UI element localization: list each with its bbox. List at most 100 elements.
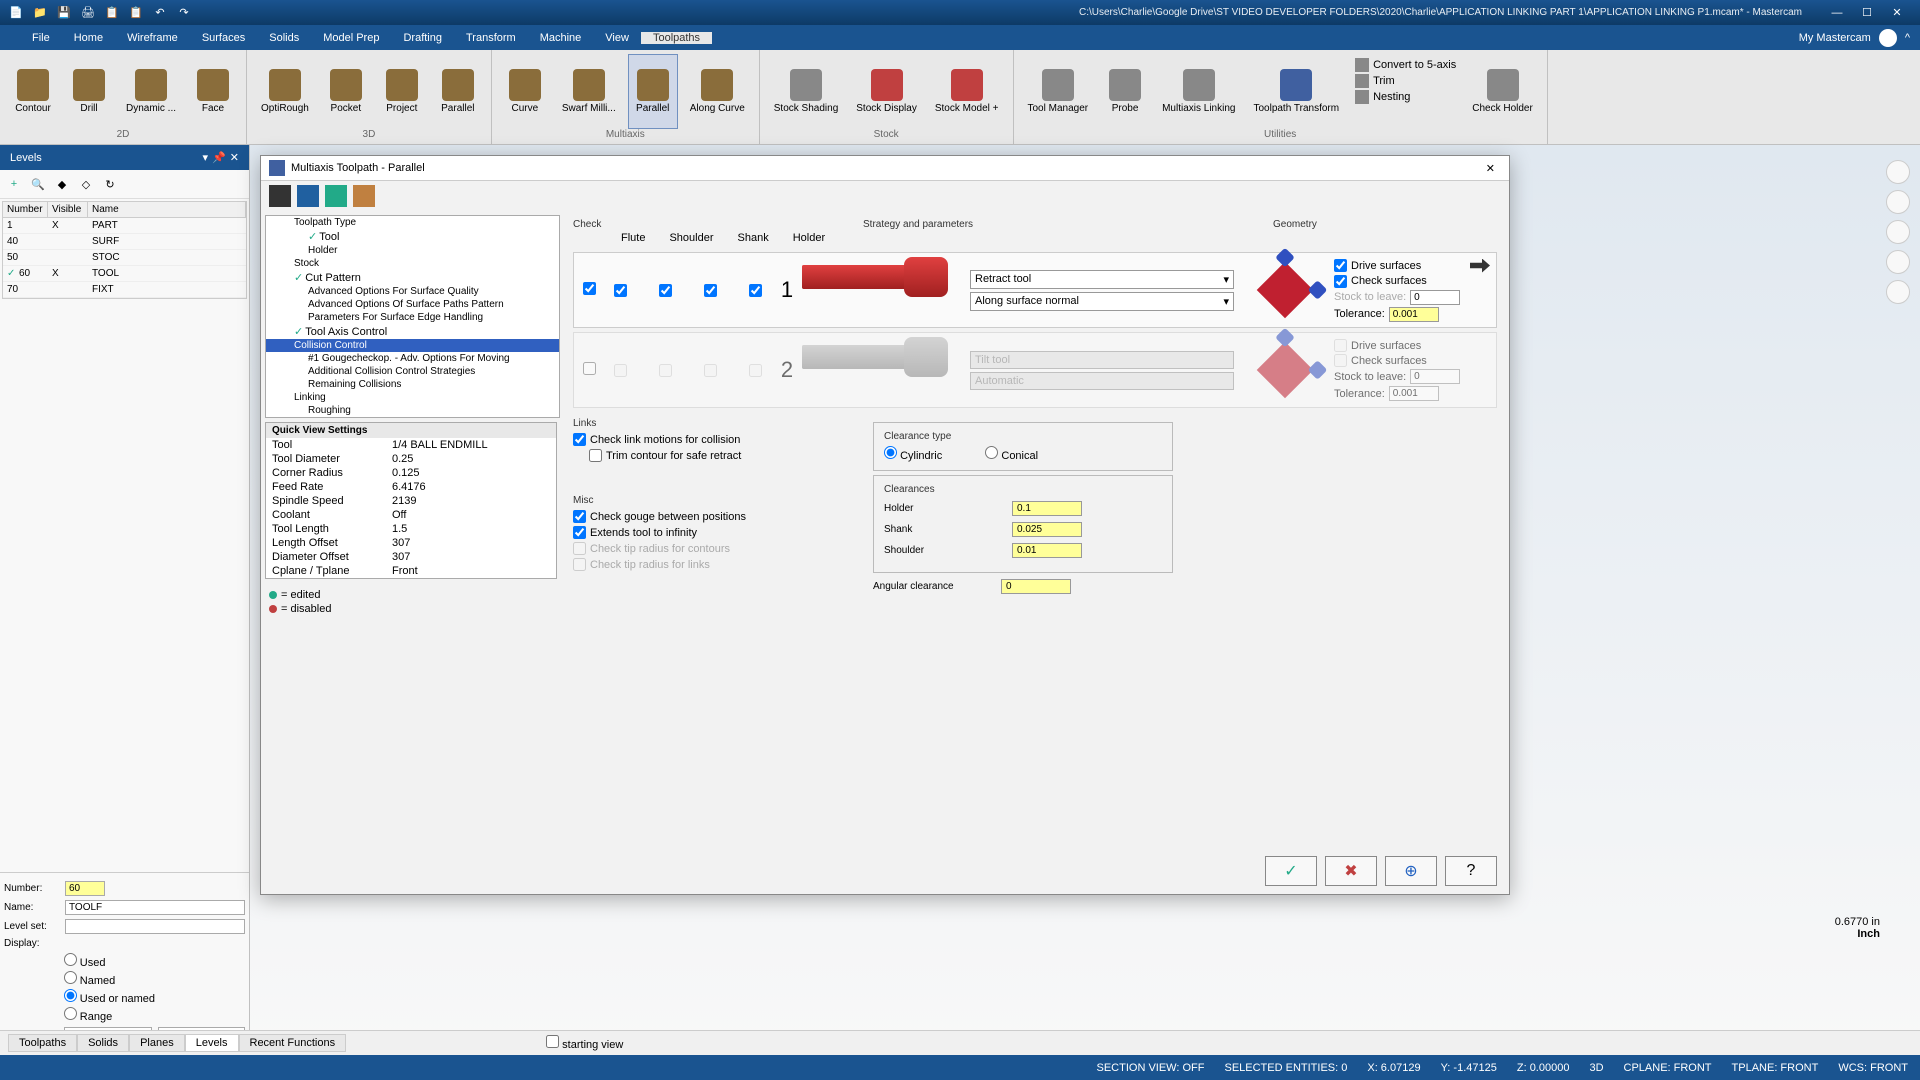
tree-roughing[interactable]: Roughing: [266, 404, 559, 417]
menu-view[interactable]: View: [593, 32, 641, 44]
row1-shank-check[interactable]: [704, 284, 717, 297]
row1-strategy-select[interactable]: Retract tool▾: [970, 270, 1234, 289]
ribbon-stock-model[interactable]: Stock Model +: [929, 54, 1005, 129]
tab-toolpaths[interactable]: Toolpaths: [8, 1034, 77, 1052]
tab-solids[interactable]: Solids: [77, 1034, 129, 1052]
levels-filter2-icon[interactable]: ◇: [76, 174, 96, 194]
row1-direction-select[interactable]: Along surface normal▾: [970, 292, 1234, 311]
menu-drafting[interactable]: Drafting: [391, 32, 454, 44]
section-view-status[interactable]: SECTION VIEW: OFF: [1097, 1062, 1205, 1074]
menu-solids[interactable]: Solids: [257, 32, 311, 44]
file-save-icon[interactable]: 💾: [56, 5, 72, 21]
tree-collision-control[interactable]: Collision Control: [266, 339, 559, 352]
view-tool-icon[interactable]: [1886, 280, 1910, 304]
cancel-button[interactable]: ✖: [1325, 856, 1377, 886]
tree-toolpath-type[interactable]: Toolpath Type: [266, 216, 559, 229]
tree-stock[interactable]: Stock: [266, 257, 559, 270]
cplane-status[interactable]: CPLANE: FRONT: [1624, 1062, 1712, 1074]
ribbon-swarf[interactable]: Swarf Milli...: [556, 54, 622, 129]
levels-row[interactable]: 70FIXT: [3, 282, 246, 298]
dialog-open-icon[interactable]: [325, 185, 347, 207]
starting-view-check[interactable]: [546, 1035, 559, 1048]
conical-radio[interactable]: Conical: [985, 450, 1038, 462]
ribbon-multi-link[interactable]: Multiaxis Linking: [1156, 54, 1241, 129]
geometry-icon[interactable]: [1250, 262, 1320, 318]
menu-surfaces[interactable]: Surfaces: [190, 32, 257, 44]
maximize-button[interactable]: ☐: [1852, 6, 1882, 19]
check-gouge[interactable]: [573, 510, 586, 523]
menu-transform[interactable]: Transform: [454, 32, 528, 44]
tree-tool-axis[interactable]: ✓Tool Axis Control: [266, 324, 559, 339]
angular-clearance-input[interactable]: [1001, 579, 1071, 594]
ribbon-toolpath-trans[interactable]: Toolpath Transform: [1247, 54, 1345, 129]
ribbon-tool-mgr[interactable]: Tool Manager: [1022, 54, 1095, 129]
ribbon-curve[interactable]: Curve: [500, 54, 550, 129]
tree-surf-edge[interactable]: Parameters For Surface Edge Handling: [266, 311, 559, 324]
paste-icon[interactable]: 📋: [128, 5, 144, 21]
ribbon-dynamic[interactable]: Dynamic ...: [120, 54, 182, 129]
file-open-icon[interactable]: 📁: [32, 5, 48, 21]
wcs-status[interactable]: WCS: FRONT: [1838, 1062, 1908, 1074]
tree-adv-surf-paths[interactable]: Advanced Options Of Surface Paths Patter…: [266, 298, 559, 311]
dialog-tool1-icon[interactable]: [269, 185, 291, 207]
dim-mode[interactable]: 3D: [1589, 1062, 1603, 1074]
ribbon-trim[interactable]: Trim: [1355, 74, 1456, 88]
view-tool-icon[interactable]: [1886, 250, 1910, 274]
add-button[interactable]: ⊕: [1385, 856, 1437, 886]
menu-toolpaths[interactable]: Toolpaths: [641, 32, 712, 44]
minimize-button[interactable]: —: [1822, 7, 1852, 19]
view-tool-icon[interactable]: [1886, 220, 1910, 244]
tree-add-collision[interactable]: Additional Collision Control Strategies: [266, 365, 559, 378]
tree-gouge-check[interactable]: #1 Gougecheckop. - Adv. Options For Movi…: [266, 352, 559, 365]
menu-home[interactable]: Home: [62, 32, 115, 44]
cylindric-radio[interactable]: Cylindric: [884, 450, 942, 462]
menu-file[interactable]: File: [20, 32, 62, 44]
tree-remaining[interactable]: Remaining Collisions: [266, 378, 559, 391]
ribbon-convert-5axis[interactable]: Convert to 5-axis: [1355, 58, 1456, 72]
check-link-motions[interactable]: [573, 433, 586, 446]
dialog-close-button[interactable]: ✕: [1480, 162, 1501, 175]
tree-tool[interactable]: ✓Tool: [266, 229, 559, 244]
copy-icon[interactable]: 📋: [104, 5, 120, 21]
menu-chevron-icon[interactable]: ^: [1905, 32, 1910, 44]
tab-levels[interactable]: Levels: [185, 1034, 239, 1052]
display-range-radio[interactable]: Range: [64, 1007, 245, 1023]
tab-recent[interactable]: Recent Functions: [239, 1034, 347, 1052]
shank-clearance-input[interactable]: [1012, 522, 1082, 537]
ribbon-along-curve[interactable]: Along Curve: [684, 54, 751, 129]
levels-row[interactable]: ✓60XTOOL: [3, 266, 246, 282]
tree-adv-surf-qual[interactable]: Advanced Options For Surface Quality: [266, 285, 559, 298]
levels-name-input[interactable]: [65, 900, 245, 915]
levels-search-icon[interactable]: 🔍: [28, 174, 48, 194]
row1-flute-check[interactable]: [614, 284, 627, 297]
ribbon-probe[interactable]: Probe: [1100, 54, 1150, 129]
display-used-radio[interactable]: Used: [64, 953, 245, 969]
levels-add-icon[interactable]: +: [4, 174, 24, 194]
dialog-save-icon[interactable]: [297, 185, 319, 207]
print-icon[interactable]: 🖨: [80, 5, 96, 21]
row1-holder-check[interactable]: [749, 284, 762, 297]
select-surfaces-icon[interactable]: [1470, 259, 1490, 273]
extends-tool[interactable]: [573, 526, 586, 539]
tab-planes[interactable]: Planes: [129, 1034, 185, 1052]
levels-number-input[interactable]: [65, 881, 105, 896]
view-tool-icon[interactable]: [1886, 190, 1910, 214]
menu-modelprep[interactable]: Model Prep: [311, 32, 391, 44]
help-button[interactable]: ?: [1445, 856, 1497, 886]
shoulder-clearance-input[interactable]: [1012, 543, 1082, 558]
ribbon-drill[interactable]: Drill: [64, 54, 114, 129]
row2-enable-check[interactable]: [583, 362, 596, 375]
ribbon-stock-shading[interactable]: Stock Shading: [768, 54, 845, 129]
levels-close-icon[interactable]: ✕: [230, 151, 239, 164]
file-new-icon[interactable]: 📄: [8, 5, 24, 21]
ribbon-stock-display[interactable]: Stock Display: [850, 54, 923, 129]
tolerance-input[interactable]: [1389, 307, 1439, 322]
user-avatar-icon[interactable]: [1879, 29, 1897, 47]
dialog-tool4-icon[interactable]: [353, 185, 375, 207]
levels-pin-icon[interactable]: 📌: [212, 151, 226, 164]
undo-icon[interactable]: ↶: [152, 5, 168, 21]
ribbon-check-holder[interactable]: Check Holder: [1466, 54, 1539, 129]
ribbon-parallel-3d[interactable]: Parallel: [433, 54, 483, 129]
check-surfaces-check[interactable]: [1334, 275, 1347, 288]
ribbon-pocket[interactable]: Pocket: [321, 54, 371, 129]
